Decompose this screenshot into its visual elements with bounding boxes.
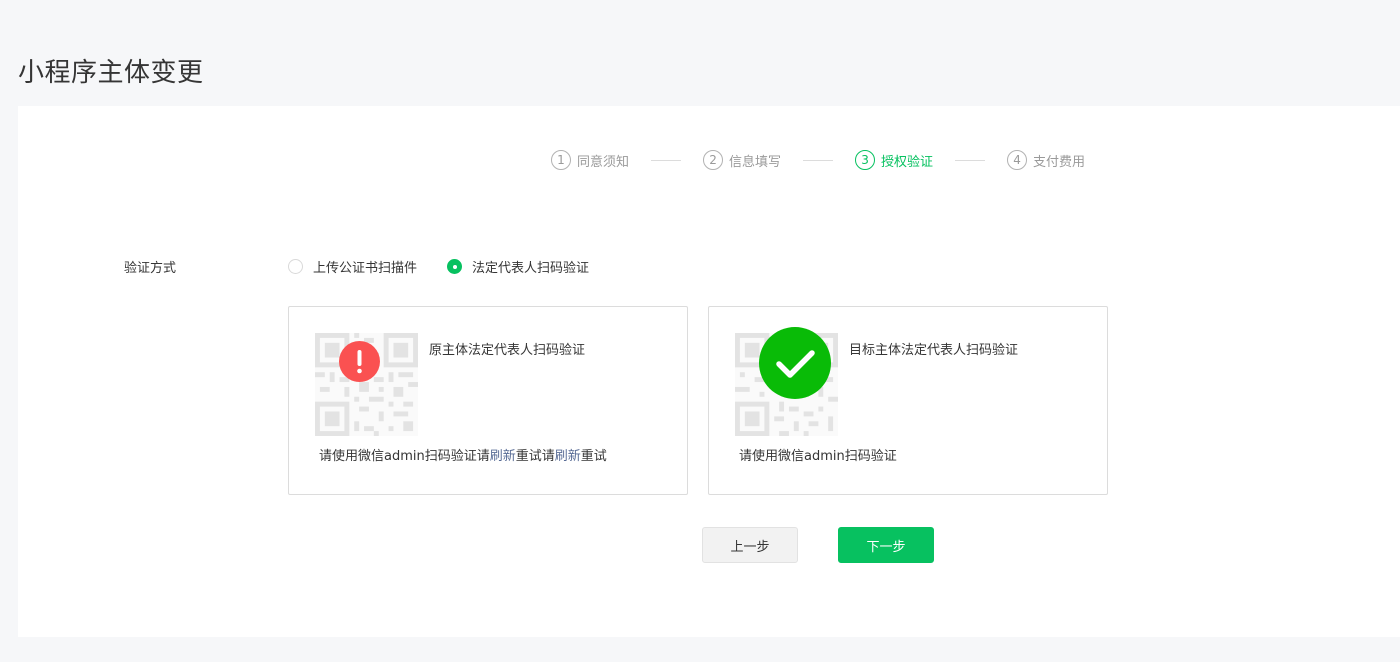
radio-circle[interactable] xyxy=(288,259,303,274)
radio-label: 法定代表人扫码验证 xyxy=(472,261,590,276)
exclamation-icon xyxy=(339,341,380,382)
desc-text: 重试 xyxy=(580,449,607,464)
step-pay: 4 支付费用 xyxy=(1007,150,1085,170)
step-label: 授权验证 xyxy=(881,154,934,170)
radio-label: 上传公证书扫描件 xyxy=(313,261,418,276)
radio-legal-rep-scan[interactable]: 法定代表人扫码验证 xyxy=(447,257,589,276)
desc-text: 重试请 xyxy=(515,449,555,464)
original-entity-card: 原主体法定代表人扫码验证 请使用微信admin扫码验证请刷新重试请刷新重试 xyxy=(288,306,688,495)
prev-step-button[interactable]: 上一步 xyxy=(702,527,798,563)
step-label: 信息填写 xyxy=(729,154,782,170)
verify-method-radio-group: 上传公证书扫描件 法定代表人扫码验证 xyxy=(288,257,619,276)
step-auth: 3 授权验证 xyxy=(855,150,933,170)
refresh-link[interactable]: 刷新 xyxy=(555,449,581,464)
page-title: 小程序主体变更 xyxy=(18,58,204,88)
card-title: 目标主体法定代表人扫码验证 xyxy=(849,343,1019,358)
step-divider xyxy=(955,159,986,161)
main-panel: 1 同意须知 2 信息填写 3 授权验证 4 支付费用 验证方式 上传公证书扫描… xyxy=(18,106,1400,637)
step-label: 支付费用 xyxy=(1033,154,1086,170)
step-divider xyxy=(803,159,834,161)
radio-notary-upload[interactable]: 上传公证书扫描件 xyxy=(288,257,417,276)
desc-text: 请使用微信admin扫码验证请 xyxy=(319,449,490,464)
checkmark-icon xyxy=(759,327,831,399)
step-label: 同意须知 xyxy=(577,154,630,170)
next-step-button[interactable]: 下一步 xyxy=(838,527,934,563)
page: 小程序主体变更 1 同意须知 2 信息填写 3 授权验证 4 支付费用 验证方式… xyxy=(0,0,1400,662)
card-description: 请使用微信admin扫码验证请刷新重试请刷新重试 xyxy=(319,445,607,464)
card-title: 原主体法定代表人扫码验证 xyxy=(429,343,586,358)
step-divider xyxy=(651,159,682,161)
target-entity-card: 目标主体法定代表人扫码验证 请使用微信admin扫码验证 xyxy=(708,306,1108,495)
refresh-link[interactable]: 刷新 xyxy=(490,449,516,464)
step-number: 4 xyxy=(1007,150,1028,170)
step-agree: 1 同意须知 xyxy=(551,150,629,170)
radio-circle[interactable] xyxy=(447,259,463,274)
step-info: 2 信息填写 xyxy=(703,150,781,170)
step-indicator: 1 同意须知 2 信息填写 3 授权验证 4 支付费用 xyxy=(551,149,1085,171)
card-description: 请使用微信admin扫码验证 xyxy=(739,449,897,464)
step-number: 3 xyxy=(855,150,876,170)
step-number: 1 xyxy=(551,150,571,170)
verify-method-label: 验证方式 xyxy=(124,261,177,276)
step-number: 2 xyxy=(703,150,724,170)
